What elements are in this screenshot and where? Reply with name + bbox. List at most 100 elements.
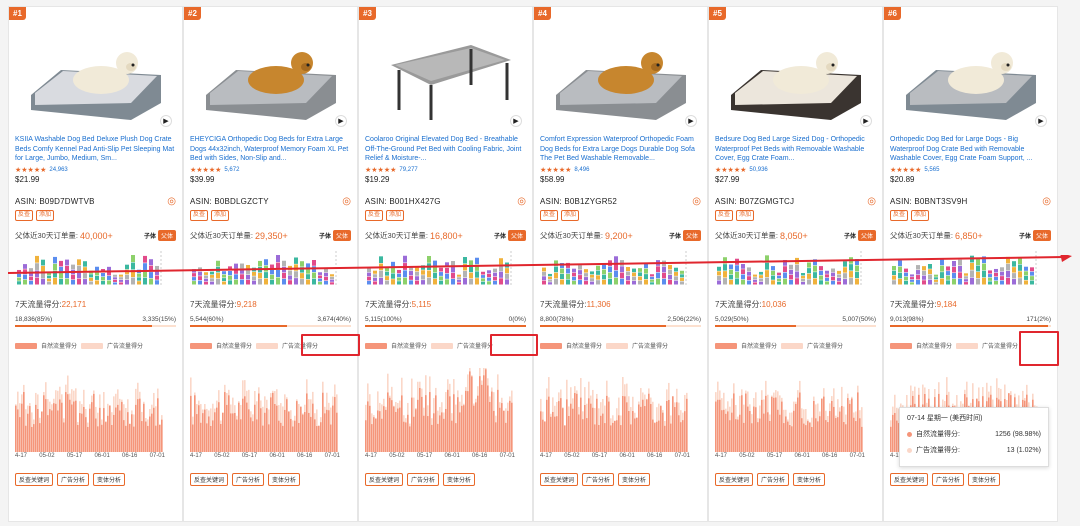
natural-traffic-bar xyxy=(455,423,457,452)
add-tag[interactable]: 添加 xyxy=(561,210,580,221)
variant-analysis-button[interactable]: 变体分析 xyxy=(443,473,476,486)
product-title-link[interactable]: Comfort Expression Waterproof Orthopedic… xyxy=(540,135,701,165)
trend-icon[interactable]: ◎ xyxy=(167,196,176,207)
parent-variant-toggle[interactable]: 父体 xyxy=(157,230,176,241)
variant-analysis-button[interactable]: 变体分析 xyxy=(793,473,826,486)
reverse-lookup-tag[interactable]: 反查 xyxy=(15,210,34,221)
variant-bar-segment xyxy=(487,277,491,281)
product-title-link[interactable]: KSIIA Washable Dog Bed Deluxe Plush Dog … xyxy=(15,135,176,165)
trend-icon[interactable]: ◎ xyxy=(692,196,701,207)
ad-analysis-button[interactable]: 广告分析 xyxy=(932,473,965,486)
keyword-lookup-button[interactable]: 反查关键词 xyxy=(890,473,929,486)
trend-icon[interactable]: ◎ xyxy=(1042,196,1051,207)
child-variant-toggle[interactable]: 子体 xyxy=(1019,231,1031,240)
variant-bar-segment xyxy=(807,273,811,279)
ad-analysis-button[interactable]: 广告分析 xyxy=(757,473,790,486)
ad-analysis-button[interactable]: 广告分析 xyxy=(232,473,265,486)
ad-analysis-button[interactable]: 广告分析 xyxy=(582,473,615,486)
traffic-area-chart[interactable] xyxy=(15,368,176,452)
add-tag[interactable]: 添加 xyxy=(36,210,55,221)
reverse-lookup-tag[interactable]: 反查 xyxy=(890,210,909,221)
variant-bar-segment xyxy=(373,274,377,278)
product-title-link[interactable]: Orthopedic Dog Bed for Large Dogs - Big … xyxy=(890,135,1051,165)
parent-variant-toggle[interactable]: 父体 xyxy=(857,230,876,241)
product-title-link[interactable]: Bedsure Dog Bed Large Sized Dog - Orthop… xyxy=(715,135,876,165)
reverse-lookup-tag[interactable]: 反查 xyxy=(715,210,734,221)
play-video-icon[interactable]: ▶ xyxy=(160,115,172,127)
x-tick-label: 06-16 xyxy=(822,453,838,459)
play-video-icon[interactable]: ▶ xyxy=(1035,115,1047,127)
reverse-lookup-tag[interactable]: 反查 xyxy=(540,210,559,221)
add-tag[interactable]: 添加 xyxy=(386,210,405,221)
review-count[interactable]: 5,565 xyxy=(924,167,939,173)
keyword-lookup-button[interactable]: 反查关键词 xyxy=(190,473,229,486)
product-card[interactable]: #4 ▶ Comfort Expression Waterproof Orthope… xyxy=(533,6,708,522)
keyword-lookup-button[interactable]: 反查关键词 xyxy=(540,473,579,486)
variant-analysis-button[interactable]: 变体分析 xyxy=(968,473,1001,486)
variant-bar-segment xyxy=(940,265,944,272)
add-tag[interactable]: 添加 xyxy=(736,210,755,221)
child-variant-toggle[interactable]: 子体 xyxy=(844,231,856,240)
review-count[interactable]: 5,672 xyxy=(224,167,239,173)
trend-icon[interactable]: ◎ xyxy=(342,196,351,207)
asin-text[interactable]: ASIN: B0B1ZYGR52 xyxy=(540,197,617,206)
child-variant-toggle[interactable]: 子体 xyxy=(494,231,506,240)
child-variant-toggle[interactable]: 子体 xyxy=(669,231,681,240)
trend-icon[interactable]: ◎ xyxy=(867,196,876,207)
variant-analysis-button[interactable]: 变体分析 xyxy=(268,473,301,486)
review-count[interactable]: 8,496 xyxy=(574,167,589,173)
keyword-lookup-button[interactable]: 反查关键词 xyxy=(715,473,754,486)
natural-traffic-bar xyxy=(437,423,439,452)
play-video-icon[interactable]: ▶ xyxy=(860,115,872,127)
asin-text[interactable]: ASIN: B0BDLGZCTY xyxy=(190,197,269,206)
trend-icon[interactable]: ◎ xyxy=(517,196,526,207)
play-video-icon[interactable]: ▶ xyxy=(510,115,522,127)
product-title-link[interactable]: Coolaroo Original Elevated Dog Bed - Bre… xyxy=(365,135,526,165)
natural-traffic-bar xyxy=(37,409,39,452)
parent-variant-toggle[interactable]: 父体 xyxy=(1032,230,1051,241)
parent-variant-toggle[interactable]: 父体 xyxy=(682,230,701,241)
traffic-area-chart[interactable] xyxy=(190,368,351,452)
variant-analysis-button[interactable]: 变体分析 xyxy=(93,473,126,486)
keyword-lookup-button[interactable]: 反查关键词 xyxy=(365,473,404,486)
product-image[interactable]: ▶ xyxy=(890,21,1051,129)
product-image[interactable]: ▶ xyxy=(365,21,526,129)
variant-bar-segment xyxy=(222,271,226,275)
traffic-area-chart[interactable] xyxy=(365,350,526,452)
play-video-icon[interactable]: ▶ xyxy=(685,115,697,127)
ad-analysis-button[interactable]: 广告分析 xyxy=(407,473,440,486)
parent-variant-toggle[interactable]: 父体 xyxy=(507,230,526,241)
asin-text[interactable]: ASIN: B07ZGMGTCJ xyxy=(715,197,794,206)
add-tag[interactable]: 添加 xyxy=(911,210,930,221)
product-image[interactable]: ▶ xyxy=(715,21,876,129)
product-card[interactable]: #3 ▶ Coolaroo Original Elevated Dog Bed - … xyxy=(358,6,533,522)
asin-text[interactable]: ASIN: B09D7DWTVB xyxy=(15,197,95,206)
variant-bar-segment xyxy=(584,269,588,273)
traffic-area-chart[interactable] xyxy=(715,368,876,452)
product-card[interactable]: #2 ▶ EHEYCIGA Orthopedic Dog Beds for Extr… xyxy=(183,6,358,522)
reverse-lookup-tag[interactable]: 反查 xyxy=(365,210,384,221)
keyword-lookup-button[interactable]: 反查关键词 xyxy=(15,473,54,486)
child-variant-toggle[interactable]: 子体 xyxy=(144,231,156,240)
product-title-link[interactable]: EHEYCIGA Orthopedic Dog Beds for Extra L… xyxy=(190,135,351,165)
add-tag[interactable]: 添加 xyxy=(211,210,230,221)
product-card[interactable]: #1 ▶ KSIIA Washable Dog Bed Deluxe Plush D… xyxy=(8,6,183,522)
product-image[interactable]: ▶ xyxy=(190,21,351,129)
play-video-icon[interactable]: ▶ xyxy=(335,115,347,127)
review-count[interactable]: 79,277 xyxy=(399,167,417,173)
asin-text[interactable]: ASIN: B001HX427G xyxy=(365,197,441,206)
product-image[interactable]: ▶ xyxy=(540,21,701,129)
product-image[interactable]: ▶ xyxy=(15,21,176,129)
variant-analysis-button[interactable]: 变体分析 xyxy=(618,473,651,486)
product-card[interactable]: #5 ▶ Bedsure Dog Bed Large Sized Dog - Ort… xyxy=(708,6,883,522)
asin-text[interactable]: ASIN: B0BNT3SV9H xyxy=(890,197,967,206)
child-variant-toggle[interactable]: 子体 xyxy=(319,231,331,240)
variant-bar-segment xyxy=(970,277,974,285)
parent-variant-toggle[interactable]: 父体 xyxy=(332,230,351,241)
ad-analysis-button[interactable]: 广告分析 xyxy=(57,473,90,486)
traffic-area-chart[interactable] xyxy=(540,368,701,452)
review-count[interactable]: 50,936 xyxy=(749,167,767,173)
review-count[interactable]: 24,963 xyxy=(49,167,67,173)
traffic-score: 7天流量得分:9,184 xyxy=(890,299,1051,310)
reverse-lookup-tag[interactable]: 反查 xyxy=(190,210,209,221)
